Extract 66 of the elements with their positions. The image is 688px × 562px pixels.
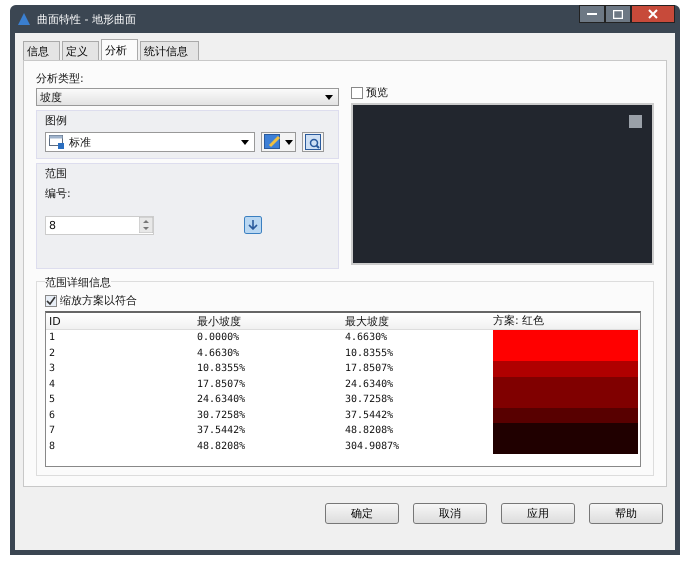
preview-style-button[interactable] [302,132,324,152]
table-cell-text: 37.5442% [197,425,246,436]
maximize-button[interactable] [605,5,631,23]
preview-checkbox[interactable]: 预览 [351,85,654,100]
column-header: 方案: 红色 [493,313,546,329]
group-title: 范围 [45,166,68,181]
magnifier-icon [305,134,321,150]
table-cell-text: 10.8355% [345,348,394,359]
table-cell-text: 4 [48,378,56,390]
table-cell-text: 8 [48,440,56,452]
update-button[interactable] [242,215,264,235]
table-cell-text: 17.8507% [197,378,246,390]
table-cell-text: 2 [48,348,56,359]
maximize-icon [613,10,623,18]
close-button[interactable] [631,5,675,23]
fit-scheme-checkbox[interactable]: 缩放方案以符合 [45,293,641,308]
tab[interactable]: 统计信息 [140,41,199,60]
group-title: 范围详细信息 [45,275,111,290]
table-cell-text: 10.8355% [197,363,246,374]
pencil-icon [264,134,282,150]
caret-icon [285,140,293,144]
spinner-arrows-icon[interactable] [139,217,153,233]
table-cell-text: 37.5442% [345,410,394,421]
table-cell-text: 48.8208% [345,425,394,436]
edit-style-button[interactable] [261,132,296,152]
dialog-button[interactable]: 帮助 [589,503,663,524]
table-cell-text: 304.9087% [345,440,400,452]
table-cell-text: 0.0000% [197,332,240,344]
table-cell-text: 5 [48,394,56,406]
table-icon [49,135,65,149]
column-header: 最小坡度 [197,314,242,328]
triangle-icon [17,12,31,26]
table-cell-text: 24.6340% [345,378,394,390]
number-spinner[interactable]: 8 [45,216,154,234]
minimize-button[interactable] [579,5,605,23]
group-title: 图例 [45,113,68,128]
column-header: 最大坡度 [345,314,390,328]
analysis-type-dropdown[interactable]: 坡度 [36,88,339,106]
caret-icon [241,140,249,144]
column-header: ID [48,314,62,328]
table-cell-text: 30.7258% [197,410,246,421]
square-icon [629,115,642,128]
dialog-button[interactable]: 确定 [325,503,399,524]
table-cell-text: 48.8208% [197,440,246,452]
tab[interactable]: 分析 [101,39,138,60]
minimize-icon [587,12,597,16]
table-cell-text: 1 [48,332,56,344]
table-cell-text: 24.6340% [197,394,246,406]
table-cell-text: 30.7258% [345,394,394,406]
window-title: 曲面特性 - 地形曲面 [37,12,136,26]
table-cell-text: 4.6630% [197,348,240,359]
dialog-button[interactable]: 取消 [413,503,487,524]
table-cell-text: 4.6630% [345,332,388,344]
caret-icon [325,94,333,100]
dialog-button[interactable]: 应用 [501,503,575,524]
table-cell-text: 3 [48,363,56,374]
legend-dropdown[interactable]: 标准 [45,132,255,152]
analysis-type-label: 分析类型: [36,71,85,86]
table-cell-text: 6 [48,410,56,421]
number-label: 编号: [45,186,72,201]
table-cell-text: 17.8507% [345,363,394,374]
close-icon [648,9,658,19]
tab[interactable]: 信息 [23,41,60,60]
check-icon [46,296,56,306]
tab[interactable]: 定义 [62,41,99,60]
table-cell-text: 7 [48,425,56,436]
